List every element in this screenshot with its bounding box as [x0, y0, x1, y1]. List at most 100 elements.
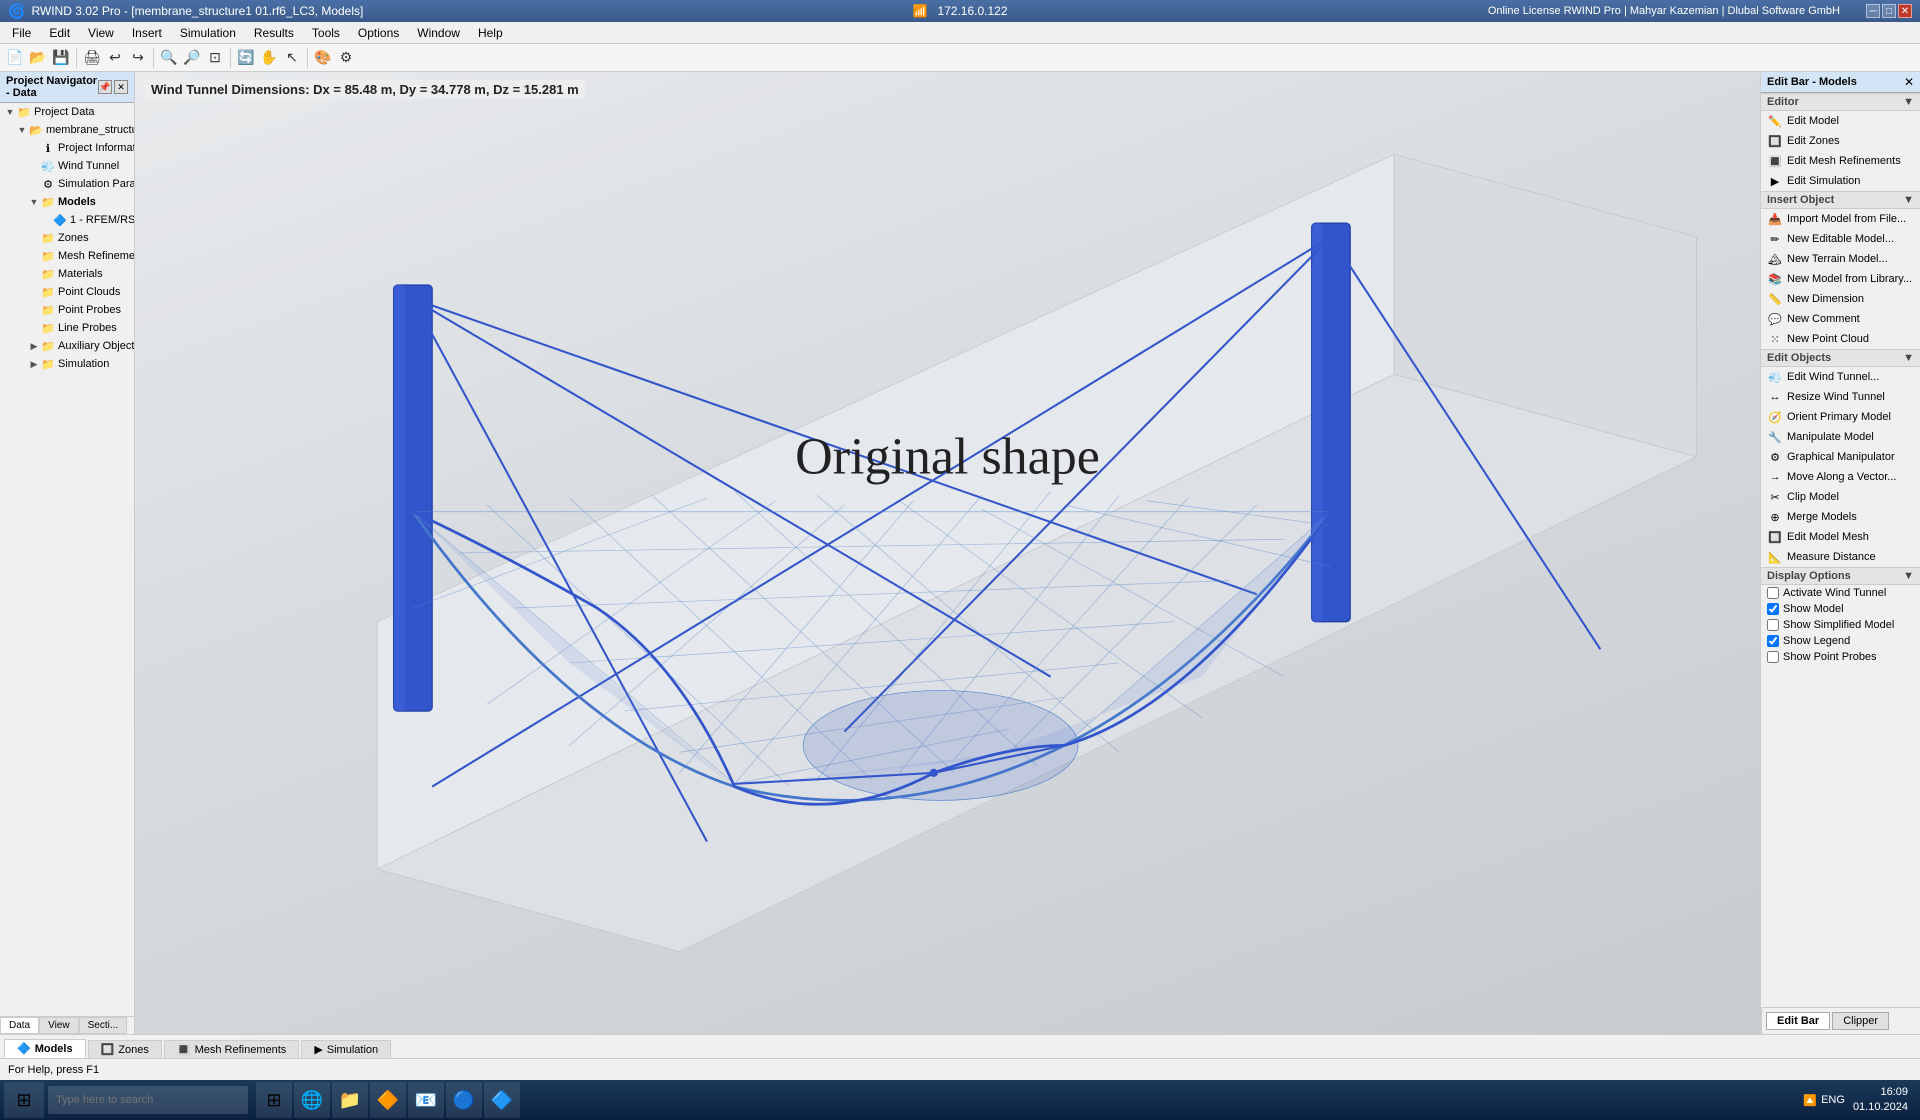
taskbar-clock[interactable]: 16:09 01.10.2024	[1853, 1085, 1908, 1116]
new-comment-item[interactable]: 💬 New Comment	[1761, 309, 1920, 329]
import-model-item[interactable]: 📥 Import Model from File...	[1761, 209, 1920, 229]
toolbar-pan[interactable]: ✋	[258, 47, 280, 69]
taskbar-search[interactable]	[48, 1086, 248, 1114]
new-point-cloud-item[interactable]: ⁙ New Point Cloud	[1761, 329, 1920, 349]
move-vector-item[interactable]: → Move Along a Vector...	[1761, 467, 1920, 487]
new-terrain-item[interactable]: 🏔 New Terrain Model...	[1761, 249, 1920, 269]
menu-options[interactable]: Options	[350, 24, 407, 42]
show-point-probes-checkbox[interactable]	[1767, 651, 1779, 663]
tab-zones[interactable]: 🔲 Zones	[88, 1040, 162, 1058]
tree-node-mesh-ref[interactable]: 📁 Mesh Refinements	[0, 247, 134, 265]
start-button[interactable]: ⊞	[4, 1082, 44, 1118]
section-editor-collapse[interactable]: ▼	[1903, 96, 1914, 108]
tree-node-sim-params[interactable]: ⚙ Simulation Parameters	[0, 175, 134, 193]
section-insert-collapse[interactable]: ▼	[1903, 194, 1914, 206]
show-simplified-check[interactable]: Show Simplified Model	[1761, 617, 1920, 633]
left-tab-data[interactable]: Data	[0, 1017, 39, 1034]
activate-wind-tunnel-check[interactable]: Activate Wind Tunnel	[1761, 585, 1920, 601]
panel-pin[interactable]: 📌	[98, 80, 112, 94]
close-button[interactable]: ✕	[1898, 4, 1912, 18]
menu-simulation[interactable]: Simulation	[172, 24, 244, 42]
menu-file[interactable]: File	[4, 24, 39, 42]
toolbar-settings[interactable]: ⚙	[335, 47, 357, 69]
tree-node-point-probes[interactable]: 📁 Point Probes	[0, 301, 134, 319]
tree-node-models[interactable]: ▼ 📁 Models	[0, 193, 134, 211]
show-model-check[interactable]: Show Model	[1761, 601, 1920, 617]
tree-node-aux[interactable]: ▶ 📁 Auxiliary Objects	[0, 337, 134, 355]
tree-node-materials[interactable]: 📁 Materials	[0, 265, 134, 283]
edit-model-mesh-item[interactable]: 🔲 Edit Model Mesh	[1761, 527, 1920, 547]
menu-results[interactable]: Results	[246, 24, 302, 42]
clipper-tab[interactable]: Clipper	[1832, 1012, 1889, 1030]
new-dimension-item[interactable]: 📏 New Dimension	[1761, 289, 1920, 309]
menu-insert[interactable]: Insert	[124, 24, 170, 42]
minimize-button[interactable]: ─	[1866, 4, 1880, 18]
tree-node-model1[interactable]: 🔷 1 - RFEM/RSTAB Mo	[0, 211, 134, 229]
taskbar-app-5[interactable]: 🔵	[446, 1082, 482, 1118]
edit-zones-item[interactable]: 🔲 Edit Zones	[1761, 131, 1920, 151]
measure-distance-item[interactable]: 📐 Measure Distance	[1761, 547, 1920, 567]
tab-mesh-ref[interactable]: 🔳 Mesh Refinements	[164, 1040, 299, 1058]
tree-node-point-clouds[interactable]: 📁 Point Clouds	[0, 283, 134, 301]
left-tab-section[interactable]: Secti...	[79, 1017, 128, 1034]
taskbar-app-6[interactable]: 🔷	[484, 1082, 520, 1118]
clip-model-item[interactable]: ✂ Clip Model	[1761, 487, 1920, 507]
merge-models-item[interactable]: ⊕ Merge Models	[1761, 507, 1920, 527]
tab-models[interactable]: 🔷 Models	[4, 1039, 86, 1058]
tree-node-membrane[interactable]: ▼ 📂 membrane_structure1	[0, 121, 134, 139]
menu-tools[interactable]: Tools	[304, 24, 348, 42]
toolbar-select[interactable]: ↖	[281, 47, 303, 69]
taskbar-app-3[interactable]: 🔶	[370, 1082, 406, 1118]
tab-simulation[interactable]: ▶ Simulation	[301, 1040, 391, 1058]
resize-wind-tunnel-item[interactable]: ↔ Resize Wind Tunnel	[1761, 387, 1920, 407]
menu-window[interactable]: Window	[409, 24, 468, 42]
section-edit-objects-collapse[interactable]: ▼	[1903, 352, 1914, 364]
toolbar-print[interactable]: 🖨	[81, 47, 103, 69]
graphical-manip-item[interactable]: ⚙ Graphical Manipulator	[1761, 447, 1920, 467]
maximize-button[interactable]: □	[1882, 4, 1896, 18]
toolbar-new[interactable]: 📄	[4, 47, 26, 69]
toolbar-undo[interactable]: ↩	[104, 47, 126, 69]
toolbar-save[interactable]: 💾	[50, 47, 72, 69]
menu-edit[interactable]: Edit	[41, 24, 78, 42]
section-display-collapse[interactable]: ▼	[1903, 570, 1914, 582]
manipulate-model-item[interactable]: 🔧 Manipulate Model	[1761, 427, 1920, 447]
tree-node-project-info[interactable]: ℹ Project Information	[0, 139, 134, 157]
tree-node-project-data[interactable]: ▼ 📁 Project Data	[0, 103, 134, 121]
new-editable-item[interactable]: ✏ New Editable Model...	[1761, 229, 1920, 249]
toolbar-open[interactable]: 📂	[27, 47, 49, 69]
viewport[interactable]: Wind Tunnel Dimensions: Dx = 85.48 m, Dy…	[135, 72, 1760, 1034]
toolbar-render[interactable]: 🎨	[312, 47, 334, 69]
show-legend-check[interactable]: Show Legend	[1761, 633, 1920, 649]
right-panel-close[interactable]: ✕	[1904, 75, 1914, 89]
edit-wind-tunnel-item[interactable]: 💨 Edit Wind Tunnel...	[1761, 367, 1920, 387]
menu-view[interactable]: View	[80, 24, 122, 42]
menu-help[interactable]: Help	[470, 24, 511, 42]
taskbar-app-4[interactable]: 📧	[408, 1082, 444, 1118]
toolbar-zoom-out[interactable]: 🔎	[181, 47, 203, 69]
show-legend-checkbox[interactable]	[1767, 635, 1779, 647]
orient-primary-item[interactable]: 🧭 Orient Primary Model	[1761, 407, 1920, 427]
edit-model-item[interactable]: ✏️ Edit Model	[1761, 111, 1920, 131]
show-model-checkbox[interactable]	[1767, 603, 1779, 615]
taskbar-app-0[interactable]: ⊞	[256, 1082, 292, 1118]
activate-wind-tunnel-checkbox[interactable]	[1767, 587, 1779, 599]
edit-sim-item[interactable]: ▶ Edit Simulation	[1761, 171, 1920, 191]
show-simplified-checkbox[interactable]	[1767, 619, 1779, 631]
tree-node-zones[interactable]: 📁 Zones	[0, 229, 134, 247]
toolbar-zoom-in[interactable]: 🔍	[158, 47, 180, 69]
tree-node-line-probes[interactable]: 📁 Line Probes	[0, 319, 134, 337]
new-library-item[interactable]: 📚 New Model from Library...	[1761, 269, 1920, 289]
toolbar-rotate[interactable]: 🔄	[235, 47, 257, 69]
toolbar-redo[interactable]: ↪	[127, 47, 149, 69]
toolbar-fit[interactable]: ⊡	[204, 47, 226, 69]
tree-node-simulation[interactable]: ▶ 📁 Simulation	[0, 355, 134, 373]
panel-close[interactable]: ✕	[114, 80, 128, 94]
edit-mesh-item[interactable]: 🔳 Edit Mesh Refinements	[1761, 151, 1920, 171]
left-tab-view[interactable]: View	[39, 1017, 79, 1034]
taskbar-app-2[interactable]: 📁	[332, 1082, 368, 1118]
taskbar-app-1[interactable]: 🌐	[294, 1082, 330, 1118]
tree-node-wind-tunnel[interactable]: 💨 Wind Tunnel	[0, 157, 134, 175]
show-point-probes-check[interactable]: Show Point Probes	[1761, 649, 1920, 665]
edit-bar-tab[interactable]: Edit Bar	[1766, 1012, 1830, 1030]
